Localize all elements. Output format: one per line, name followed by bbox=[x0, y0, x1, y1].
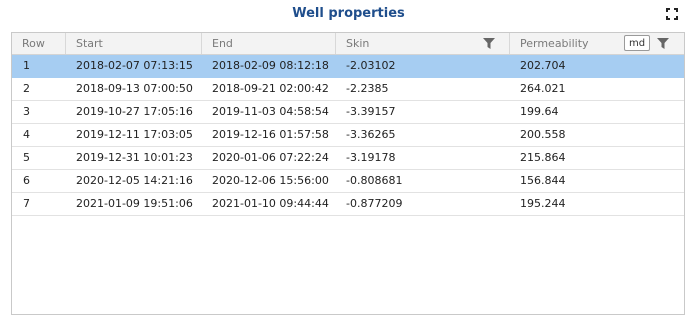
skin-cell: -3.19178 bbox=[346, 151, 396, 164]
expand-icon bbox=[666, 8, 678, 20]
row-number-cell: 2 bbox=[23, 82, 30, 95]
skin-cell: -0.877209 bbox=[346, 197, 403, 210]
skin-cell: -3.36265 bbox=[346, 128, 396, 141]
column-header-row[interactable]: Row bbox=[12, 33, 65, 54]
start-cell: 2020-12-05 14:21:16 bbox=[76, 174, 193, 187]
permeability-filter-icon[interactable] bbox=[657, 38, 669, 49]
permeability-unit-button[interactable]: md bbox=[624, 35, 650, 51]
start-cell: 2019-10-27 17:05:16 bbox=[76, 105, 193, 118]
row-number-cell: 7 bbox=[23, 197, 30, 210]
expand-button[interactable] bbox=[664, 6, 680, 22]
table-row[interactable]: 4 2019-12-11 17:03:05 2019-12-16 01:57:5… bbox=[12, 124, 684, 147]
table-row[interactable]: 6 2020-12-05 14:21:16 2020-12-06 15:56:0… bbox=[12, 170, 684, 193]
table-row[interactable]: 5 2019-12-31 10:01:23 2020-01-06 07:22:2… bbox=[12, 147, 684, 170]
end-cell: 2019-11-03 04:58:54 bbox=[212, 105, 329, 118]
start-cell: 2019-12-31 10:01:23 bbox=[76, 151, 193, 164]
table-row[interactable]: 1 2018-02-07 07:13:15 2018-02-09 08:12:1… bbox=[12, 55, 684, 78]
end-cell: 2018-09-21 02:00:42 bbox=[212, 82, 329, 95]
skin-filter-icon[interactable] bbox=[483, 38, 495, 49]
end-cell: 2018-02-09 08:12:18 bbox=[212, 59, 329, 72]
skin-cell: -0.808681 bbox=[346, 174, 403, 187]
skin-cell: -2.03102 bbox=[346, 59, 396, 72]
skin-cell: -2.2385 bbox=[346, 82, 389, 95]
permeability-cell: 202.704 bbox=[520, 59, 566, 72]
end-cell: 2020-01-06 07:22:24 bbox=[212, 151, 329, 164]
permeability-cell: 264.021 bbox=[520, 82, 566, 95]
row-number-cell: 4 bbox=[23, 128, 30, 141]
start-cell: 2018-02-07 07:13:15 bbox=[76, 59, 193, 72]
table-row[interactable]: 2 2018-09-13 07:00:50 2018-09-21 02:00:4… bbox=[12, 78, 684, 101]
table-row[interactable]: 3 2019-10-27 17:05:16 2019-11-03 04:58:5… bbox=[12, 101, 684, 124]
permeability-cell: 156.844 bbox=[520, 174, 566, 187]
permeability-cell: 200.558 bbox=[520, 128, 566, 141]
start-cell: 2019-12-11 17:03:05 bbox=[76, 128, 193, 141]
end-cell: 2021-01-10 09:44:44 bbox=[212, 197, 329, 210]
permeability-cell: 199.64 bbox=[520, 105, 559, 118]
column-header-end[interactable]: End bbox=[201, 33, 335, 54]
skin-cell: -3.39157 bbox=[346, 105, 396, 118]
start-cell: 2021-01-09 19:51:06 bbox=[76, 197, 193, 210]
row-number-cell: 3 bbox=[23, 105, 30, 118]
table-body: 1 2018-02-07 07:13:15 2018-02-09 08:12:1… bbox=[12, 55, 684, 216]
end-cell: 2020-12-06 15:56:00 bbox=[212, 174, 329, 187]
permeability-cell: 195.244 bbox=[520, 197, 566, 210]
start-cell: 2018-09-13 07:00:50 bbox=[76, 82, 193, 95]
properties-table: Row Start End Skin Permeability md 1 201… bbox=[11, 32, 685, 315]
table-row[interactable]: 7 2021-01-09 19:51:06 2021-01-10 09:44:4… bbox=[12, 193, 684, 216]
column-header-start[interactable]: Start bbox=[65, 33, 201, 54]
row-number-cell: 5 bbox=[23, 151, 30, 164]
table-header: Row Start End Skin Permeability md bbox=[12, 33, 684, 55]
end-cell: 2019-12-16 01:57:58 bbox=[212, 128, 329, 141]
row-number-cell: 6 bbox=[23, 174, 30, 187]
row-number-cell: 1 bbox=[23, 59, 30, 72]
panel-title: Well properties bbox=[292, 6, 405, 21]
permeability-cell: 215.864 bbox=[520, 151, 566, 164]
